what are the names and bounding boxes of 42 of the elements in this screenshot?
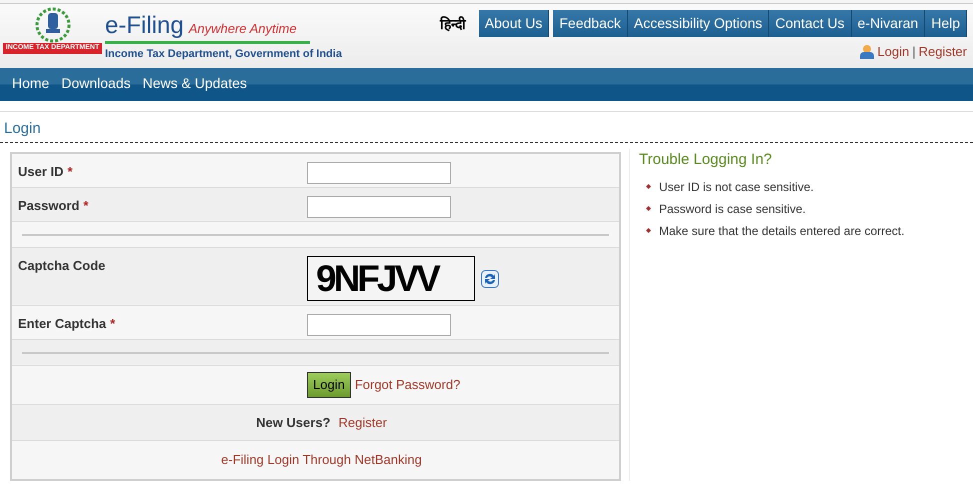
register-link[interactable]: Register [338,412,387,432]
department-subtitle: Income Tax Department, Government of India [105,47,342,62]
help-item: Make sure that the details entered are correct. [659,222,904,240]
top-menu-tab[interactable]: About Us [478,10,550,37]
netbanking-link[interactable]: e-Filing Login Through NetBanking [221,450,422,470]
field-label: Password [18,197,80,215]
brand-title: e-Filing [105,14,184,38]
top-menu-tab[interactable]: Contact Us [769,10,852,37]
field-label: Captcha Code [18,257,106,275]
nav-link[interactable]: Downloads [55,72,137,94]
bullet-icon [646,184,651,189]
required-mark: * [68,163,73,181]
help-item: User ID is not case sensitive. [659,178,814,196]
login-link[interactable]: Login [877,42,910,62]
text-field[interactable] [307,196,451,218]
tagline: Anywhere Anytime [188,22,297,35]
help-title: Trouble Logging In? [639,150,773,170]
field-label: Enter Captcha [18,315,106,333]
top-menu-tab[interactable]: Accessibility Options [628,10,770,37]
nav-link[interactable]: Home [6,72,56,94]
bullet-icon [646,228,651,233]
nav-link[interactable]: News & Updates [136,72,253,94]
help-item: Password is case sensitive. [659,200,806,218]
link-separator: | [912,43,916,61]
page-title: Login [4,120,41,137]
required-mark: * [83,197,88,215]
top-menu-tab[interactable]: Help [925,10,967,37]
forgot-password-link[interactable]: Forgot Password? [354,375,460,395]
user-icon [860,44,874,60]
text-field[interactable] [307,162,451,184]
top-menu-tab[interactable]: Feedback [553,10,628,37]
required-mark: * [110,315,116,333]
language-link[interactable]: हिन्दी [440,14,466,35]
new-users-label: New Users? [256,414,330,432]
text-field[interactable] [307,314,451,336]
register-link[interactable]: Register [918,42,967,62]
login-button[interactable]: Login [307,372,351,398]
top-menu-tab[interactable]: e-Nivaran [852,10,926,37]
refresh-icon[interactable] [481,270,499,288]
bullet-icon [646,206,651,211]
captcha-image: 9NFJVV [307,256,475,301]
field-label: User ID [18,163,64,181]
